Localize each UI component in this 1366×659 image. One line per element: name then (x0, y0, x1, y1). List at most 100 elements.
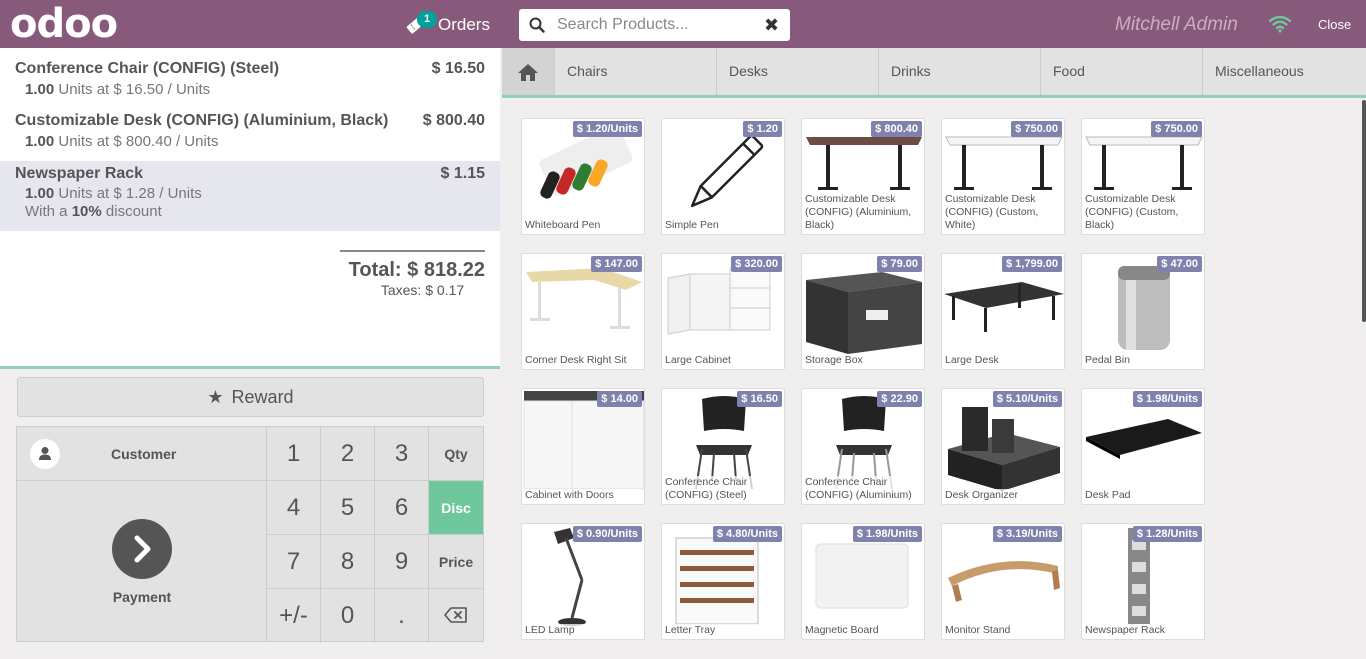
product-card[interactable]: $ 750.00 Customizable Desk (CONFIG) (Cus… (941, 118, 1065, 235)
line-price: $ 16.50 (431, 60, 485, 77)
price-tag: $ 0.90/Units (572, 526, 642, 542)
numpad-key-4[interactable]: 4 (267, 481, 321, 535)
price-tag: $ 16.50 (737, 391, 782, 407)
customer-label: Customer (111, 446, 177, 462)
discount-suffix: discount (105, 203, 162, 220)
customer-button[interactable]: Customer (17, 427, 267, 481)
product-card[interactable]: $ 79.00 Storage Box (801, 253, 925, 370)
product-name: LED Lamp (525, 624, 641, 637)
search-input[interactable] (557, 13, 757, 37)
numpad-key-9[interactable]: 9 (375, 535, 429, 589)
product-card[interactable]: $ 1,799.00 Large Desk (941, 253, 1065, 370)
mode-qty-button[interactable]: Qty (429, 427, 483, 481)
home-category-button[interactable] (502, 48, 554, 95)
user-icon (30, 439, 60, 469)
numpad-key-6[interactable]: 6 (375, 481, 429, 535)
reward-button[interactable]: ★ Reward (17, 377, 484, 417)
mode-disc-button[interactable]: Disc (429, 481, 483, 535)
price-tag: $ 1,799.00 (1002, 256, 1062, 272)
price-tag: $ 3.19/Units (992, 526, 1062, 542)
numpad-key-5[interactable]: 5 (321, 481, 375, 535)
product-card[interactable]: $ 1.98/Units Magnetic Board (801, 523, 925, 640)
price-tag: $ 5.10/Units (992, 391, 1062, 407)
category-food[interactable]: Food (1040, 48, 1202, 95)
product-name: Desk Organizer (945, 489, 1061, 502)
product-name: Pedal Bin (1085, 354, 1201, 367)
product-name: Customizable Desk (CONFIG) (Custom, Blac… (1085, 193, 1201, 232)
numpad-key-0[interactable]: 0 (321, 589, 375, 643)
price-tag: $ 1.98/Units (852, 526, 922, 542)
payment-label: Payment (112, 589, 172, 605)
product-card[interactable]: $ 1.20 Simple Pen (661, 118, 785, 235)
numpad-key-2[interactable]: 2 (321, 427, 375, 481)
price-tag: $ 79.00 (877, 256, 922, 272)
product-card[interactable]: $ 4.80/Units Letter Tray (661, 523, 785, 640)
product-card[interactable]: $ 320.00 Large Cabinet (661, 253, 785, 370)
order-line[interactable]: Customizable Desk (CONFIG) (Aluminium, B… (0, 100, 500, 152)
product-name: Conference Chair (CONFIG) (Aluminium) (805, 476, 921, 502)
numpad-key-7[interactable]: 7 (267, 535, 321, 589)
category-drinks[interactable]: Drinks (878, 48, 1040, 95)
line-discount-info: With a 10% discount (25, 203, 162, 220)
backspace-icon (444, 602, 468, 630)
price-tag: $ 750.00 (1151, 121, 1202, 137)
numpad-key-8[interactable]: 8 (321, 535, 375, 589)
price-tag: $ 800.40 (871, 121, 922, 137)
scrollbar[interactable] (1362, 100, 1366, 322)
product-card[interactable]: $ 147.00 Corner Desk Right Sit (521, 253, 645, 370)
order-totals: Total: $ 818.22 Taxes: $ 0.17 (340, 250, 485, 298)
orders-button[interactable]: 1 Orders (404, 10, 490, 40)
product-name: Magnetic Board (805, 624, 921, 637)
price-tag: $ 22.90 (877, 391, 922, 407)
product-card[interactable]: $ 22.90 Conference Chair (CONFIG) (Alumi… (801, 388, 925, 505)
numpad-key-dot[interactable]: . (375, 589, 429, 643)
order-total: Total: $ 818.22 (348, 259, 485, 281)
product-name: Customizable Desk (CONFIG) (Custom, Whit… (945, 193, 1061, 232)
orders-count-badge: 1 (417, 11, 437, 28)
product-card[interactable]: $ 3.19/Units Monitor Stand (941, 523, 1065, 640)
product-card[interactable]: $ 750.00 Customizable Desk (CONFIG) (Cus… (1081, 118, 1205, 235)
product-card[interactable]: $ 16.50 Conference Chair (CONFIG) (Steel… (661, 388, 785, 505)
price-tag: $ 1.28/Units (1132, 526, 1202, 542)
product-name: Storage Box (805, 354, 921, 367)
product-card[interactable]: $ 1.98/Units Desk Pad (1081, 388, 1205, 505)
reward-label: Reward (231, 386, 294, 407)
mode-price-button[interactable]: Price (429, 535, 483, 589)
product-name: Letter Tray (665, 624, 781, 637)
backspace-button[interactable] (429, 589, 483, 643)
line-qty: 1.00 (25, 81, 55, 98)
numpad-key-1[interactable]: 1 (267, 427, 321, 481)
search-icon (529, 17, 545, 33)
product-card[interactable]: $ 1.28/Units Newspaper Rack (1081, 523, 1205, 640)
order-line[interactable]: Conference Chair (CONFIG) (Steel) $ 16.5… (0, 48, 500, 100)
price-tag: $ 750.00 (1011, 121, 1062, 137)
payment-button[interactable]: Payment (17, 481, 267, 642)
product-name: Whiteboard Pen (525, 219, 641, 232)
category-desks[interactable]: Desks (716, 48, 878, 95)
category-chairs[interactable]: Chairs (554, 48, 716, 95)
user-name[interactable]: Mitchell Admin (1115, 14, 1238, 36)
product-name: Newspaper Rack (1085, 624, 1201, 637)
top-bar: odoo 1 Orders ✖ Mitchell Admin Close (0, 0, 1366, 48)
numpad-key-plus-minus[interactable]: +/- (267, 589, 321, 643)
numpad-key-3[interactable]: 3 (375, 427, 429, 481)
category-miscellaneous[interactable]: Miscellaneous (1202, 48, 1366, 95)
product-card[interactable]: $ 5.10/Units Desk Organizer (941, 388, 1065, 505)
price-tag: $ 4.80/Units (712, 526, 782, 542)
control-pane: ★ Reward Customer Payment 1 2 3 Qty 4 5 … (0, 369, 500, 659)
line-qty: 1.00 (25, 185, 55, 202)
product-card[interactable]: $ 14.00 Cabinet with Doors (521, 388, 645, 505)
close-button[interactable]: Close (1318, 17, 1351, 32)
clear-search-icon[interactable]: ✖ (764, 15, 779, 35)
line-product-name: Newspaper Rack (15, 165, 144, 182)
wifi-icon[interactable] (1268, 15, 1292, 33)
product-card[interactable]: $ 800.40 Customizable Desk (CONFIG) (Alu… (801, 118, 925, 235)
chevron-right-icon (112, 519, 172, 579)
price-tag: $ 14.00 (597, 391, 642, 407)
product-card[interactable]: $ 0.90/Units LED Lamp (521, 523, 645, 640)
discount-value: 10% (71, 203, 102, 220)
price-tag: $ 1.98/Units (1132, 391, 1202, 407)
product-card[interactable]: $ 1.20/Units Whiteboard Pen (521, 118, 645, 235)
product-card[interactable]: $ 47.00 Pedal Bin (1081, 253, 1205, 370)
order-line-selected[interactable]: Newspaper Rack $ 1.15 1.00 Units at $ 1.… (0, 161, 500, 231)
